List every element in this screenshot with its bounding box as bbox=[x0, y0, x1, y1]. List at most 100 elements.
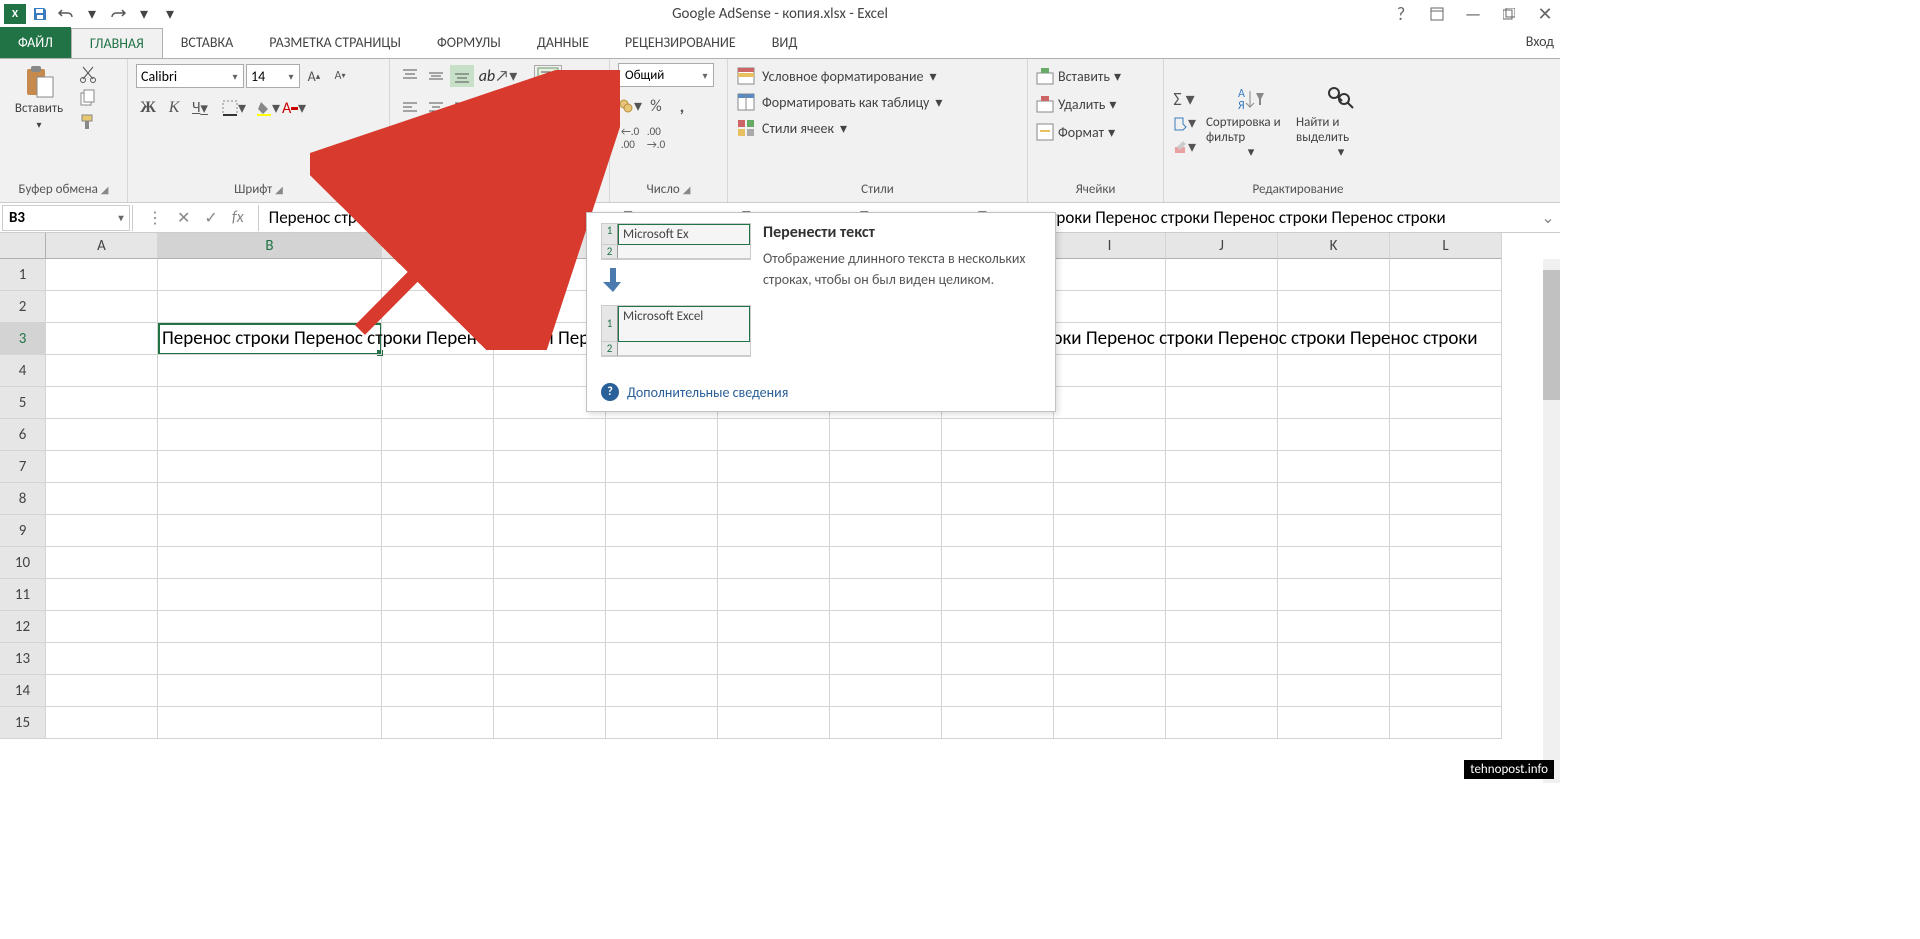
row-header[interactable]: 11 bbox=[0, 579, 46, 611]
number-format-select[interactable]: Общий▾ bbox=[618, 63, 714, 87]
col-header[interactable]: J bbox=[1166, 233, 1278, 259]
cancel-icon[interactable]: ✕ bbox=[177, 208, 190, 228]
align-bottom-icon[interactable] bbox=[450, 65, 474, 87]
borders-button[interactable]: ▾ bbox=[222, 97, 246, 119]
decrease-indent-icon[interactable] bbox=[486, 97, 510, 119]
qat-customize[interactable]: ▾ bbox=[158, 2, 182, 26]
orientation-button[interactable]: ab↗▾ bbox=[486, 65, 510, 87]
bold-button[interactable]: Ж bbox=[136, 97, 160, 119]
col-header[interactable]: C bbox=[382, 233, 494, 259]
tab-formulas[interactable]: ФОРМУЛЫ bbox=[419, 27, 519, 58]
align-top-icon[interactable] bbox=[398, 65, 422, 87]
col-header[interactable]: A bbox=[46, 233, 158, 259]
redo-dropdown[interactable]: ▾ bbox=[132, 2, 156, 26]
ribbon-options-button[interactable] bbox=[1426, 3, 1448, 25]
fill-color-button[interactable]: ▾ bbox=[256, 97, 280, 119]
merge-center-button[interactable]: ▾ bbox=[560, 97, 588, 119]
signin-link[interactable]: Вход bbox=[1526, 33, 1554, 50]
expand-formula-bar[interactable]: ⌄ bbox=[1536, 208, 1560, 228]
name-box[interactable]: B3▾ bbox=[2, 205, 130, 231]
copy-icon[interactable] bbox=[76, 87, 100, 109]
undo-icon[interactable] bbox=[54, 2, 78, 26]
tab-pagelayout[interactable]: РАЗМЕТКА СТРАНИЦЫ bbox=[251, 27, 419, 58]
minimize-button[interactable]: — bbox=[1462, 3, 1484, 25]
cut-icon[interactable] bbox=[76, 63, 100, 85]
insert-cells-button[interactable]: Вставить ▾ bbox=[1036, 63, 1121, 89]
row-header[interactable]: 15 bbox=[0, 707, 46, 739]
comma-format-icon[interactable]: , bbox=[670, 95, 694, 117]
row-header[interactable]: 7 bbox=[0, 451, 46, 483]
font-size-select[interactable]: 14▾ bbox=[246, 64, 300, 88]
align-left-icon[interactable] bbox=[398, 97, 422, 119]
paste-button[interactable]: Вставить▾ bbox=[8, 63, 70, 131]
conditional-formatting-button[interactable]: Условное форматирование ▾ bbox=[736, 63, 942, 89]
row-header[interactable]: 12 bbox=[0, 611, 46, 643]
enter-icon[interactable]: ✓ bbox=[204, 208, 217, 228]
row-header[interactable]: 1 bbox=[0, 259, 46, 291]
row-header[interactable]: 6 bbox=[0, 419, 46, 451]
underline-button[interactable]: Ч▾ bbox=[188, 97, 212, 119]
clear-button[interactable]: ▾ bbox=[1172, 136, 1196, 158]
col-header[interactable]: K bbox=[1278, 233, 1390, 259]
col-header[interactable]: L bbox=[1390, 233, 1502, 259]
fx-icon[interactable]: fx bbox=[232, 208, 244, 227]
row-header[interactable]: 8 bbox=[0, 483, 46, 515]
select-all-corner[interactable] bbox=[0, 233, 46, 259]
autosum-button[interactable]: Σ ▾ bbox=[1172, 88, 1196, 110]
increase-font-icon[interactable]: A▴ bbox=[302, 65, 326, 87]
styles-label: Стили bbox=[736, 182, 1019, 200]
tab-data[interactable]: ДАННЫЕ bbox=[519, 27, 607, 58]
increase-decimal-icon[interactable]: ←.0.00 bbox=[618, 127, 642, 149]
increase-indent-icon[interactable] bbox=[512, 97, 536, 119]
align-middle-icon[interactable] bbox=[424, 65, 448, 87]
format-cells-button[interactable]: Формат ▾ bbox=[1036, 119, 1121, 145]
tab-file[interactable]: ФАЙЛ bbox=[0, 27, 71, 58]
undo-dropdown[interactable]: ▾ bbox=[80, 2, 104, 26]
align-right-icon[interactable] bbox=[450, 97, 474, 119]
scrollbar-thumb[interactable] bbox=[1543, 270, 1560, 400]
row-header[interactable]: 5 bbox=[0, 387, 46, 419]
maximize-button[interactable] bbox=[1498, 3, 1520, 25]
format-as-table-button[interactable]: Форматировать как таблицу ▾ bbox=[736, 89, 942, 115]
italic-button[interactable]: К bbox=[162, 97, 186, 119]
tab-review[interactable]: РЕЦЕНЗИРОВАНИЕ bbox=[607, 27, 754, 58]
row-header[interactable]: 9 bbox=[0, 515, 46, 547]
editing-label: Редактирование bbox=[1172, 182, 1424, 200]
row-header[interactable]: 14 bbox=[0, 675, 46, 707]
fill-button[interactable]: ▾ bbox=[1172, 112, 1196, 134]
row-header[interactable]: 4 bbox=[0, 355, 46, 387]
percent-format-icon[interactable]: % bbox=[644, 95, 668, 117]
tab-insert[interactable]: ВСТАВКА bbox=[163, 27, 251, 58]
number-label: Число ◢ bbox=[618, 182, 719, 200]
row-header[interactable]: 10 bbox=[0, 547, 46, 579]
help-button[interactable]: ? bbox=[1390, 3, 1412, 25]
close-button[interactable]: ✕ bbox=[1534, 3, 1556, 25]
decrease-decimal-icon[interactable]: .00→.0 bbox=[644, 127, 668, 149]
tab-view[interactable]: ВИД bbox=[754, 27, 816, 58]
wrap-text-tooltip: 1Microsoft Ex 2 1Microsoft Excel 2 Перен… bbox=[586, 212, 1056, 412]
save-icon[interactable] bbox=[28, 2, 52, 26]
tab-home[interactable]: ГЛАВНАЯ bbox=[71, 28, 163, 59]
tooltip-more-link[interactable]: ? Дополнительные сведения bbox=[587, 373, 1055, 411]
fx-insert-icon[interactable]: ⋮ bbox=[147, 208, 163, 228]
excel-app-icon[interactable]: X bbox=[4, 4, 26, 24]
col-header[interactable]: B bbox=[158, 233, 382, 259]
sort-filter-button[interactable]: AЯ Сортировка и фильтр▾ bbox=[1206, 85, 1296, 160]
col-header[interactable]: I bbox=[1054, 233, 1166, 259]
tooltip-title: Перенести текст bbox=[763, 223, 1041, 242]
delete-cells-button[interactable]: Удалить ▾ bbox=[1036, 91, 1121, 117]
format-painter-icon[interactable] bbox=[76, 111, 100, 133]
wrap-text-button[interactable] bbox=[534, 65, 562, 87]
cell-styles-button[interactable]: Стили ячеек ▾ bbox=[736, 115, 942, 141]
find-select-button[interactable]: Найти и выделить▾ bbox=[1296, 85, 1386, 160]
redo-icon[interactable] bbox=[106, 2, 130, 26]
font-name-select[interactable]: Calibri▾ bbox=[136, 64, 244, 88]
align-center-icon[interactable] bbox=[424, 97, 448, 119]
font-color-button[interactable]: A▾ bbox=[282, 97, 306, 119]
row-header[interactable]: 2 bbox=[0, 291, 46, 323]
row-header[interactable]: 13 bbox=[0, 643, 46, 675]
cell-B3[interactable]: Перенос строки Перенос строки Перенос ст… bbox=[158, 323, 382, 355]
row-header[interactable]: 3 bbox=[0, 323, 46, 355]
decrease-font-icon[interactable]: A▾ bbox=[328, 65, 352, 87]
accounting-format-icon[interactable]: ▾ bbox=[618, 95, 642, 117]
